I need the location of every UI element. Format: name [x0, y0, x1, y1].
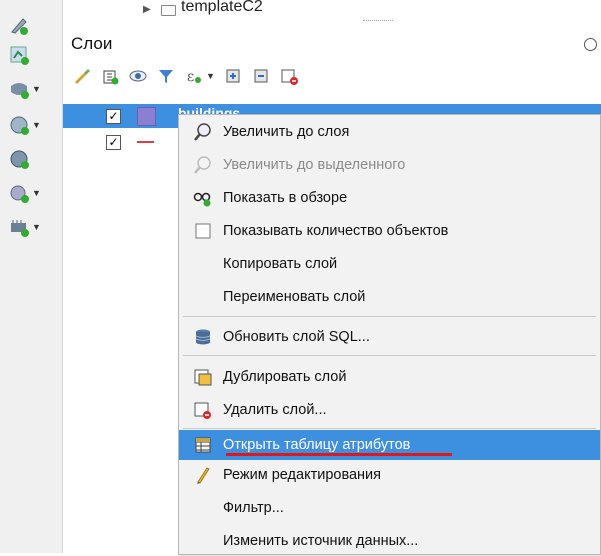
tree-item-name[interactable]: templateC2	[181, 0, 263, 16]
globe-icon	[8, 148, 30, 170]
browser-tree-strip: ▶ templateC2	[63, 0, 601, 28]
expand-all-icon[interactable]	[223, 66, 243, 86]
chevron-down-icon[interactable]: ▼	[32, 188, 41, 198]
add-wfs-layer-button[interactable]	[8, 146, 48, 172]
add-wms-layer-button[interactable]: ▼	[8, 112, 48, 138]
digitize-button[interactable]	[8, 12, 48, 38]
menu-item-zoom-to-layer[interactable]: Увеличить до слоя	[179, 117, 600, 147]
splitter-handle[interactable]	[363, 20, 393, 23]
menu-item-duplicate-layer[interactable]: Дублировать слой	[179, 362, 600, 392]
menu-item-remove-layer[interactable]: Удалить слой...	[179, 395, 600, 425]
overview-icon	[193, 188, 213, 208]
line-symbol-icon	[137, 141, 154, 143]
layers-toolbar: ε ▼	[72, 64, 299, 88]
chevron-down-icon[interactable]: ▼	[206, 71, 215, 81]
mesh-layer-icon	[8, 216, 30, 238]
menu-item-show-in-overview[interactable]: Показать в обзоре	[179, 183, 600, 213]
style-brush-icon[interactable]	[72, 66, 92, 86]
panel-title: Слои	[71, 34, 113, 53]
polygon-symbol-icon	[137, 107, 156, 126]
chevron-down-icon[interactable]: ▼	[32, 222, 41, 232]
vector-layer-icon	[8, 44, 30, 66]
chevron-down-icon[interactable]: ▼	[32, 84, 41, 94]
globe-icon	[8, 114, 30, 136]
virtual-layer-icon	[8, 182, 30, 204]
remove-layer-icon[interactable]	[279, 66, 299, 86]
checkbox-icon	[193, 221, 213, 241]
pencil-add-icon	[8, 14, 30, 36]
pencil-icon	[193, 465, 213, 485]
menu-item-change-data-source[interactable]: Изменить источник данных...	[179, 526, 600, 556]
layer-visibility-checkbox[interactable]: ✓	[106, 109, 121, 124]
expand-arrow-icon[interactable]: ▶	[143, 4, 151, 15]
menu-separator	[183, 428, 596, 429]
remove-layer-icon	[193, 400, 213, 420]
add-mesh-layer-button[interactable]: ▼	[8, 214, 48, 240]
filter-icon[interactable]	[156, 66, 176, 86]
menu-separator	[183, 355, 596, 356]
chevron-down-icon[interactable]: ▼	[32, 120, 41, 130]
folder-icon	[161, 5, 176, 16]
attribute-table-icon	[193, 435, 213, 455]
eye-icon[interactable]	[128, 66, 148, 86]
menu-item-filter[interactable]: Фильтр...	[179, 493, 600, 523]
expression-filter-icon[interactable]: ε	[184, 66, 204, 86]
svg-text:ε: ε	[187, 69, 194, 85]
menu-item-zoom-to-selection[interactable]: Увеличить до выделенного	[179, 150, 600, 180]
menu-item-copy-layer[interactable]: Копировать слой	[179, 249, 600, 279]
highlight-underline	[226, 453, 452, 456]
layer-visibility-checkbox[interactable]: ✓	[106, 135, 121, 150]
collapse-all-icon[interactable]	[251, 66, 271, 86]
raster-layer-icon	[8, 78, 30, 100]
zoom-to-selection-icon	[193, 155, 213, 175]
add-vector-layer-button[interactable]	[8, 42, 48, 68]
database-icon	[193, 327, 213, 347]
zoom-to-layer-icon	[193, 122, 213, 142]
menu-separator	[183, 316, 596, 317]
menu-item-rename-layer[interactable]: Переименовать слой	[179, 282, 600, 312]
menu-item-update-sql-layer[interactable]: Обновить слой SQL...	[179, 322, 600, 352]
layer-context-menu: Увеличить до слоя Увеличить до выделенно…	[178, 114, 601, 555]
add-group-icon[interactable]	[100, 66, 120, 86]
float-panel-icon[interactable]	[584, 38, 597, 51]
menu-item-toggle-editing[interactable]: Режим редактирования	[179, 460, 600, 490]
add-raster-layer-button[interactable]: ▼	[8, 76, 48, 102]
add-virtual-layer-button[interactable]: ▼	[8, 180, 48, 206]
duplicate-layer-icon	[193, 367, 213, 387]
left-toolbar: ▼ ▼ ▼ ▼	[0, 0, 63, 553]
menu-item-show-feature-count[interactable]: Показывать количество объектов	[179, 216, 600, 246]
